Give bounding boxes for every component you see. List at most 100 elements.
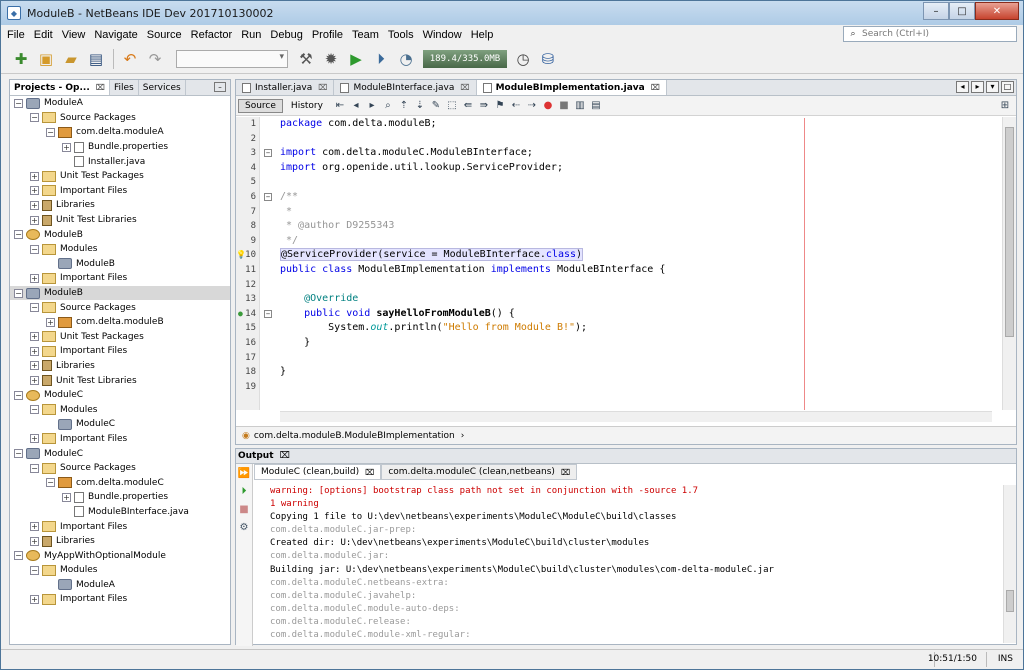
- expand-icon[interactable]: +: [30, 434, 39, 444]
- find-selection-icon[interactable]: ⌕: [381, 99, 395, 113]
- tab-nav-button[interactable]: □: [1001, 81, 1014, 93]
- editor-tab[interactable]: ModuleBInterface.java ⌧: [334, 80, 477, 95]
- code-line[interactable]: 14− ● public void sayHelloFromModuleB() {: [238, 307, 992, 322]
- toggle-rect-select-icon[interactable]: ⬚: [445, 99, 459, 113]
- expand-icon[interactable]: +: [30, 186, 39, 196]
- close-tab-icon[interactable]: ⌧: [460, 83, 469, 92]
- expand-icon[interactable]: +: [30, 536, 39, 546]
- code-line[interactable]: 12: [245, 278, 992, 293]
- collapse-icon[interactable]: −: [30, 565, 39, 575]
- code-line[interactable]: 16 }: [245, 336, 992, 351]
- last-edit-icon[interactable]: ⇤: [333, 99, 347, 113]
- code-line[interactable]: 7 *: [251, 205, 992, 220]
- collapse-icon[interactable]: −: [30, 244, 39, 254]
- uncomment-icon[interactable]: ▤: [589, 99, 603, 113]
- tree-node[interactable]: ModuleA: [10, 578, 230, 593]
- source-view-button[interactable]: Source: [238, 98, 283, 113]
- comment-icon[interactable]: ▥: [573, 99, 587, 113]
- fold-toggle-icon[interactable]: −: [264, 192, 272, 201]
- menu-item[interactable]: Profile: [306, 29, 346, 41]
- maximize-button[interactable]: □: [949, 2, 975, 20]
- code-line[interactable]: 9 */: [251, 234, 992, 249]
- tree-node[interactable]: ModuleBInterface.java: [10, 505, 230, 520]
- profile-icon[interactable]: ◔: [394, 47, 418, 71]
- tree-node[interactable]: + Important Files: [10, 344, 230, 359]
- tab-nav-button[interactable]: ◂: [956, 81, 969, 93]
- tree-node[interactable]: − com.delta.moduleA: [10, 125, 230, 140]
- expand-icon[interactable]: +: [30, 346, 39, 356]
- output-title[interactable]: Output: [238, 451, 274, 461]
- expand-icon[interactable]: +: [30, 200, 39, 210]
- expand-icon[interactable]: +: [30, 594, 39, 604]
- collapse-icon[interactable]: −: [14, 98, 23, 108]
- expand-icon[interactable]: +: [30, 361, 39, 371]
- tree-node[interactable]: + Unit Test Libraries: [10, 373, 230, 388]
- tree-node[interactable]: + com.delta.moduleB: [10, 315, 230, 330]
- output-log[interactable]: warning: [options] bootstrap class path …: [270, 485, 774, 642]
- rerun-icon[interactable]: ⏩: [236, 464, 252, 482]
- tree-node[interactable]: + Unit Test Packages: [10, 330, 230, 345]
- menu-item[interactable]: Edit: [28, 29, 56, 41]
- record-macro-icon[interactable]: ●: [541, 99, 555, 113]
- editor-tab[interactable]: Installer.java ⌧: [236, 80, 335, 95]
- shift-right-icon[interactable]: ⇢: [525, 99, 539, 113]
- insert-mode[interactable]: INS: [998, 654, 1013, 664]
- tree-node[interactable]: − ModuleB: [10, 285, 230, 301]
- tree-node[interactable]: + Bundle.properties: [10, 140, 230, 155]
- menu-item[interactable]: Run: [235, 29, 264, 41]
- override-marker-icon[interactable]: ●: [238, 307, 243, 322]
- clean-build-icon[interactable]: ✹: [319, 47, 343, 71]
- collapse-icon[interactable]: −: [46, 478, 55, 488]
- expand-icon[interactable]: +: [30, 215, 39, 225]
- code-line[interactable]: 17: [245, 351, 992, 366]
- new-project-icon[interactable]: ▣: [34, 47, 58, 71]
- search-input[interactable]: Search (Ctrl+I): [862, 29, 929, 39]
- menu-item[interactable]: Team: [346, 29, 382, 41]
- tree-node[interactable]: + Important Files: [10, 432, 230, 447]
- tree-node[interactable]: − Modules: [10, 563, 230, 578]
- split-editor-icon[interactable]: ⊞: [998, 99, 1012, 113]
- redo-icon[interactable]: ↷: [143, 47, 167, 71]
- tree-node[interactable]: + Bundle.properties: [10, 490, 230, 505]
- gc-icon[interactable]: ◷: [511, 47, 535, 71]
- menu-item[interactable]: Help: [465, 29, 497, 41]
- run-icon[interactable]: ▶: [344, 47, 368, 71]
- stop-macro-icon[interactable]: ■: [557, 99, 571, 113]
- chevron-right-icon[interactable]: ›: [461, 431, 465, 441]
- tree-node[interactable]: + Unit Test Packages: [10, 169, 230, 184]
- hint-bulb-icon[interactable]: 💡: [236, 248, 246, 263]
- code-line[interactable]: 13 @Override: [245, 292, 992, 307]
- tab-services[interactable]: Services: [139, 80, 186, 95]
- code-line[interactable]: 2: [251, 132, 992, 147]
- expand-icon[interactable]: +: [30, 273, 39, 283]
- tree-node[interactable]: − Source Packages: [10, 461, 230, 476]
- menu-item[interactable]: Refactor: [185, 29, 236, 41]
- configuration-select[interactable]: [176, 49, 288, 68]
- close-tab-icon[interactable]: ⌧: [651, 83, 660, 92]
- code-line[interactable]: 6−/**: [251, 190, 992, 205]
- expand-icon[interactable]: +: [30, 171, 39, 181]
- code-line[interactable]: 8 * @author D9255343: [251, 219, 992, 234]
- menu-item[interactable]: File: [1, 29, 28, 41]
- next-bookmark-icon[interactable]: ⇛: [477, 99, 491, 113]
- settings-icon[interactable]: ⚙: [236, 518, 252, 536]
- tab-nav-button[interactable]: ▾: [986, 81, 999, 93]
- history-view-button[interactable]: History: [287, 100, 327, 112]
- fold-toggle-icon[interactable]: −: [264, 309, 272, 318]
- close-tab-icon[interactable]: ⌧: [365, 468, 374, 477]
- toggle-highlight-icon[interactable]: ✎: [429, 99, 443, 113]
- tree-node[interactable]: + Important Files: [10, 592, 230, 607]
- code-line[interactable]: 10 💡 @ServiceProvider(service = ModuleBInt…: [236, 248, 992, 263]
- code-line[interactable]: 1 package com.delta.moduleB;: [251, 117, 992, 132]
- shift-left-icon[interactable]: ⇠: [509, 99, 523, 113]
- code-line[interactable]: 19: [245, 380, 992, 395]
- tree-node[interactable]: + Unit Test Libraries: [10, 213, 230, 228]
- menu-item[interactable]: View: [56, 29, 89, 41]
- collapse-icon[interactable]: −: [14, 230, 23, 240]
- tree-node[interactable]: − MyAppWithOptionalModule: [10, 548, 230, 563]
- back-icon[interactable]: ◂: [349, 99, 363, 113]
- expand-icon[interactable]: +: [62, 142, 71, 152]
- expand-icon[interactable]: +: [30, 522, 39, 532]
- editor-vertical-scrollbar[interactable]: [1002, 117, 1016, 410]
- stop-icon[interactable]: ■: [236, 500, 252, 518]
